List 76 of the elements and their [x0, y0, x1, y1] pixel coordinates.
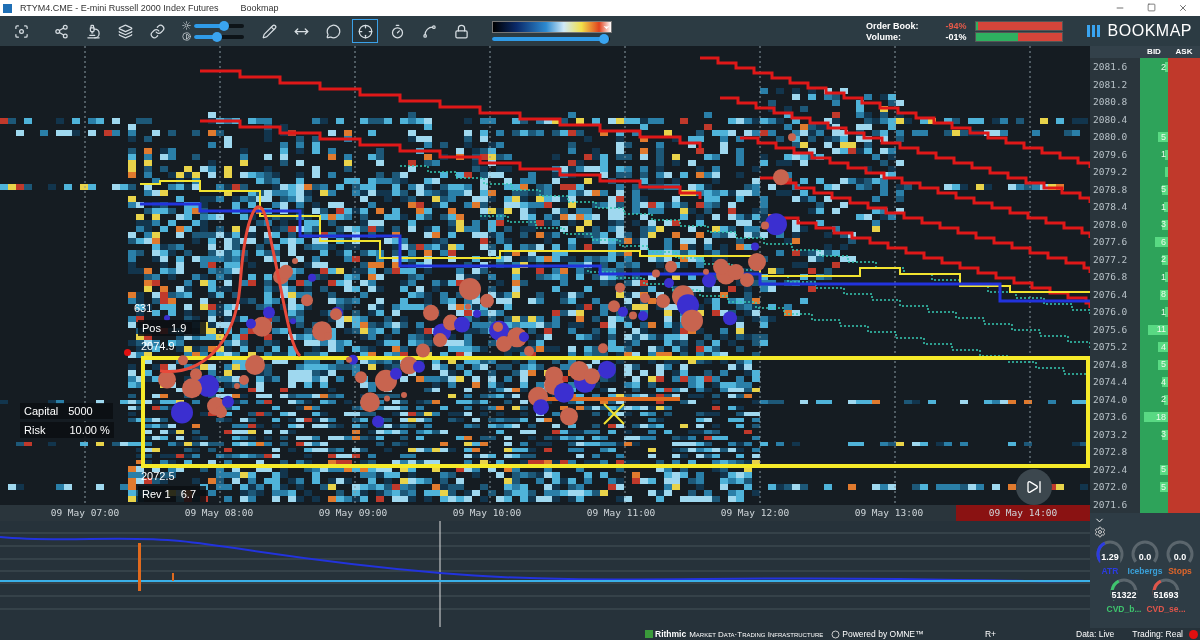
price-level: 2076.0: [1092, 305, 1129, 319]
gauge-label: Icebergs: [1127, 566, 1163, 576]
price-level: 2078.8: [1092, 182, 1129, 197]
provider-name: Rithmic: [655, 629, 687, 639]
time-label: 09 May 12:00: [719, 506, 791, 520]
risk-label: Risk 10.00 %: [20, 422, 114, 438]
price-level: 2079.2: [1092, 165, 1129, 179]
order-flow-value: -94%: [944, 20, 967, 31]
time-label: 09 May 09:00: [317, 506, 389, 520]
price-level: 2074.8: [1092, 357, 1129, 372]
gauge-label: CVD_b...: [1106, 604, 1142, 614]
gauge-value: 1.29: [1100, 552, 1120, 562]
time-label: 09 May 10:00: [451, 506, 523, 520]
gauge-label: ATR: [1101, 566, 1119, 576]
price-level: 2073.2: [1092, 427, 1129, 442]
trading-status: Trading: Real: [1132, 629, 1183, 639]
order-flow-label: Volume:: [866, 31, 902, 42]
logo-text: BOOKMAP: [1107, 22, 1192, 40]
order-flow-value: -01%: [944, 31, 967, 42]
time-label: 09 May 07:00: [49, 506, 121, 520]
gauge-label: Stops: [1168, 566, 1192, 576]
bid-cell: 1: [1140, 198, 1168, 216]
bid-cell: 6: [1140, 233, 1168, 251]
price-level: 2075.2: [1092, 340, 1129, 354]
price-level: 2074.0: [1092, 392, 1129, 407]
price-level: 2076.8: [1092, 270, 1129, 284]
price-level: 2077.2: [1092, 252, 1129, 267]
data-status: Data: Live: [1076, 629, 1115, 639]
gauge-value: 0.0: [1172, 552, 1188, 562]
price-level: 2081.6: [1092, 60, 1129, 74]
gauge-label: CVD_se...: [1146, 604, 1186, 614]
price-level: 2078.4: [1092, 200, 1129, 214]
app-name: Bookmap: [240, 3, 279, 13]
price-label: 2074.9: [141, 340, 175, 352]
price-level: 2078.0: [1092, 217, 1129, 232]
price-level: 2081.2: [1092, 77, 1129, 92]
price-level: 2077.6: [1092, 235, 1129, 249]
bid-cell: 1: [1140, 268, 1168, 286]
price-level: 2075.6: [1092, 322, 1129, 337]
time-label: 09 May 14:00: [956, 505, 1090, 521]
bid-cell: 18: [1140, 408, 1168, 426]
ask-header: ASK: [1174, 46, 1194, 58]
gauge-value: 0.0: [1137, 552, 1153, 562]
order-flow-label: Order Book:: [866, 20, 919, 31]
price-level: 2080.8: [1092, 95, 1129, 109]
bid-cell: 5: [1140, 478, 1168, 496]
connection-mode: R+: [984, 629, 996, 639]
trade-count: 631: [134, 302, 153, 314]
time-label: 09 May 13:00: [853, 506, 925, 520]
window-title: RTYM4.CME - E-mini Russell 2000 Index Futures: [20, 3, 219, 13]
price-level: 2076.4: [1092, 287, 1129, 302]
price-level: 2074.4: [1092, 375, 1129, 389]
time-label: 09 May 08:00: [183, 506, 255, 520]
price-level: 2072.4: [1092, 462, 1129, 477]
capital-label: Capital 5000: [20, 403, 113, 419]
price-level: 2080.0: [1092, 130, 1129, 144]
bid-cell: 5: [1140, 128, 1168, 146]
price-level: 2072.0: [1092, 480, 1129, 494]
price-level: 2071.6: [1092, 497, 1129, 512]
bid-cell: 1: [1140, 303, 1168, 321]
gauge-value: 51322: [1110, 590, 1138, 600]
provider-tagline: Market Data·Trading Infrastructure: [689, 629, 824, 639]
powered-by-text: Powered by OMNE™: [842, 629, 924, 639]
price-level: 2072.8: [1092, 445, 1129, 459]
price-level: 2079.6: [1092, 147, 1129, 162]
time-label: 09 May 11:00: [585, 506, 657, 520]
revision-label: Rev 1 6.7: [138, 486, 206, 502]
bid-cell: 4: [1140, 338, 1168, 356]
gauge-value: 51693: [1152, 590, 1180, 600]
price-level: 2073.6: [1092, 410, 1129, 424]
position-label: Pos 1.9: [138, 320, 206, 336]
price-level: 2080.4: [1092, 112, 1129, 127]
price-label: 2072.5: [141, 470, 175, 482]
bid-cell: 4: [1140, 373, 1168, 391]
bid-header: BID: [1146, 46, 1162, 58]
bid-cell: 2: [1140, 58, 1168, 76]
